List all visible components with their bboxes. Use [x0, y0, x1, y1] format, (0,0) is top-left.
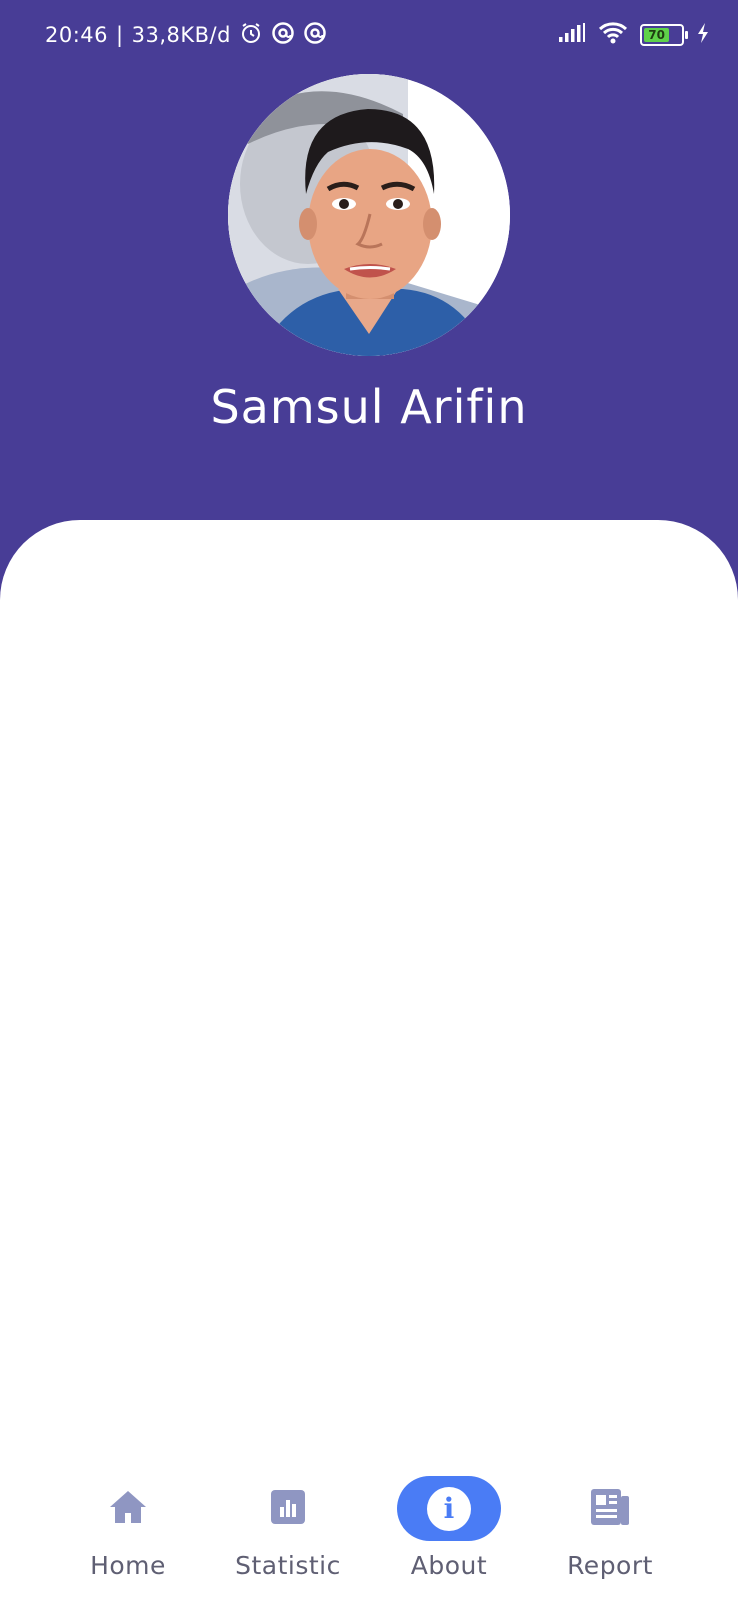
content-card [0, 520, 738, 1600]
wifi-icon [598, 21, 628, 49]
alarm-icon [239, 21, 263, 50]
status-right: 70 [558, 20, 710, 50]
nav-label-about: About [410, 1551, 488, 1580]
home-icon [108, 1489, 148, 1529]
status-time: 20:46 [45, 23, 109, 47]
newspaper-icon [590, 1488, 630, 1530]
profile-name: Samsul Arifin [210, 380, 528, 434]
profile-avatar [228, 74, 510, 356]
bar-chart-icon [270, 1489, 306, 1529]
network-speed: 33,8KB/d [131, 23, 231, 47]
nav-item-statistic[interactable]: Statistic [208, 1460, 368, 1580]
nav-item-about[interactable]: i About [369, 1460, 529, 1580]
nav-item-home[interactable]: Home [48, 1460, 208, 1580]
about-screen: 20:46 | 33,8KB/d 70 Samsul Arifin Home S… [0, 0, 738, 1600]
nav-label-report: Report [567, 1551, 653, 1580]
nav-about-icon-wrap: i [397, 1476, 501, 1541]
info-icon: i [427, 1486, 471, 1531]
signal-icon [558, 22, 586, 48]
at-sign-icon [303, 21, 327, 50]
status-separator: | [116, 23, 124, 47]
profile-header: 20:46 | 33,8KB/d 70 Samsul Arifin [0, 0, 738, 600]
status-left: 20:46 | 33,8KB/d [45, 20, 327, 50]
charging-icon [696, 22, 710, 48]
battery-icon: 70 [640, 24, 688, 46]
battery-level: 70 [644, 28, 670, 42]
at-sign-icon [271, 21, 295, 50]
nav-report-icon-wrap [558, 1476, 662, 1541]
nav-label-statistic: Statistic [235, 1551, 341, 1580]
status-bar: 20:46 | 33,8KB/d 70 [0, 0, 738, 70]
nav-home-icon-wrap [76, 1476, 180, 1541]
nav-statistic-icon-wrap [236, 1476, 340, 1541]
nav-item-report[interactable]: Report [530, 1460, 690, 1580]
bottom-navigation: Home Statistic i About Report [0, 1460, 738, 1600]
nav-label-home: Home [90, 1551, 166, 1580]
